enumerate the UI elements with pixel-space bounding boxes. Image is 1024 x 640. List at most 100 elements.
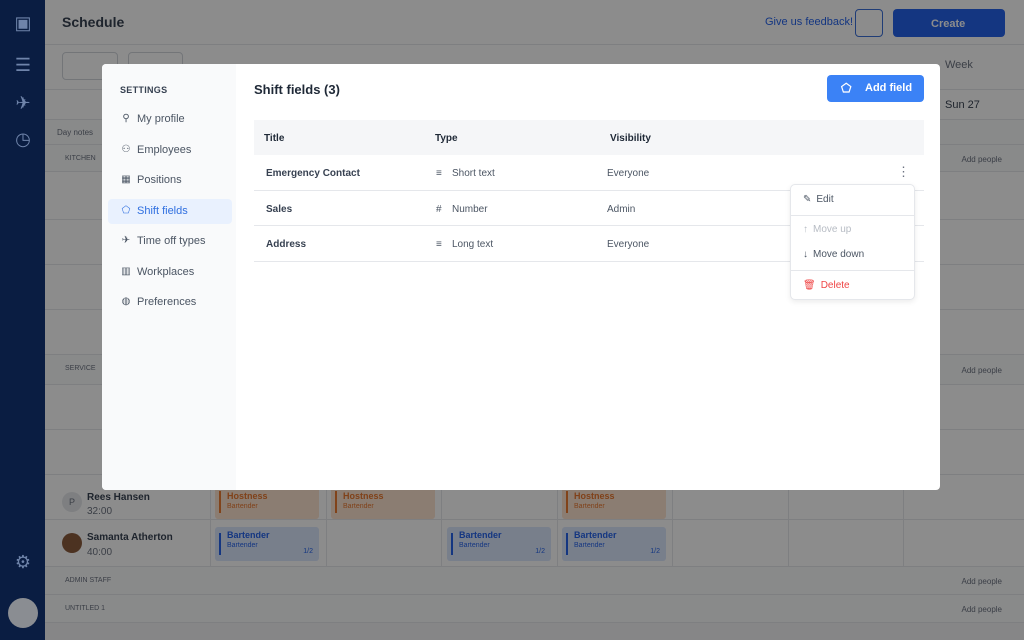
sidebar-item-employees[interactable]: ⚇Employees bbox=[108, 138, 232, 163]
section-label[interactable]: SERVICE bbox=[65, 365, 96, 372]
table-header: Title Type Visibility bbox=[254, 120, 924, 155]
copy-button[interactable] bbox=[855, 9, 883, 37]
shift-fill: 1/2 bbox=[303, 548, 313, 555]
shift-position: Bartender bbox=[574, 503, 666, 510]
shift-card[interactable]: Hostness Bartender bbox=[562, 485, 666, 519]
column-header-visibility: Visibility bbox=[610, 133, 651, 144]
building-icon: ▥ bbox=[120, 266, 132, 285]
sidebar-item-time-off-types[interactable]: ✈ Time off types bbox=[108, 229, 232, 254]
sidebar-item-label: Shift fields bbox=[137, 205, 188, 224]
field-title: Address bbox=[266, 239, 306, 250]
add-field-button[interactable]: ⬠Add field bbox=[827, 75, 924, 102]
sidebar-item-workplaces[interactable]: ▥ Workplaces bbox=[108, 260, 232, 285]
employee-hours: 40:00 bbox=[87, 547, 112, 558]
add-field-label: Add field bbox=[865, 82, 912, 94]
settings-sidebar: SETTINGS ⚲My profile ⚇Employees ▦ Positio… bbox=[102, 64, 236, 490]
sidebar-item-label: Preferences bbox=[137, 296, 196, 315]
section-label[interactable]: UNTITLED 1 bbox=[65, 605, 105, 612]
sidebar-item-positions[interactable]: ▦ Positions bbox=[108, 168, 232, 193]
users-icon: ⚇ bbox=[120, 144, 132, 163]
menu-divider bbox=[791, 215, 914, 216]
arrow-up-icon: ↑ bbox=[803, 224, 808, 235]
sidebar-item-my-profile[interactable]: ⚲My profile bbox=[108, 107, 232, 132]
shift-title: Bartender bbox=[459, 530, 551, 540]
view-select[interactable]: Week bbox=[945, 59, 973, 71]
field-title: Emergency Contact bbox=[266, 168, 360, 179]
column-header-type: Type bbox=[435, 133, 458, 144]
hash-icon: # bbox=[436, 204, 442, 215]
field-title: Sales bbox=[266, 204, 292, 215]
menu-item-move-up[interactable]: ↑ Move up bbox=[803, 224, 851, 235]
field-visibility: Everyone bbox=[607, 239, 649, 250]
menu-item-edit[interactable]: ✎ Edit bbox=[803, 194, 834, 205]
timeline-icon[interactable]: ☰ bbox=[12, 54, 34, 76]
menu-item-move-down[interactable]: ↓ Move down bbox=[803, 249, 864, 260]
add-people-button[interactable]: Add people bbox=[962, 577, 1002, 586]
calendar-icon[interactable]: ▣ bbox=[12, 12, 34, 34]
create-label: Create bbox=[931, 18, 965, 30]
shift-card[interactable]: BartenderBartender1/2 bbox=[215, 527, 319, 561]
user-icon: ⚲ bbox=[120, 113, 132, 132]
shift-card[interactable]: Hostness Bartender bbox=[331, 485, 435, 519]
settings-heading: SETTINGS bbox=[120, 85, 167, 95]
sidebar-item-label: Time off types bbox=[137, 235, 205, 254]
sidebar-item-shift-fields[interactable]: ⬠ Shift fields bbox=[108, 199, 232, 224]
menu-item-delete[interactable]: 🗑 Delete bbox=[803, 280, 850, 291]
gear-icon[interactable]: ⚙ bbox=[12, 551, 34, 573]
section-label[interactable]: ADMIN STAFF bbox=[65, 577, 111, 584]
shift-position: Bartender bbox=[343, 503, 435, 510]
avatar bbox=[62, 533, 82, 553]
pencil-icon: ✎ bbox=[803, 194, 811, 205]
menu-divider bbox=[791, 270, 914, 271]
trash-icon: 🗑 bbox=[803, 280, 816, 291]
menu-label: Delete bbox=[821, 280, 850, 291]
arrow-down-icon: ↓ bbox=[803, 249, 808, 260]
shift-card[interactable]: Hostness Bartender bbox=[215, 485, 319, 519]
column-header-title: Title bbox=[264, 133, 284, 144]
field-visibility: Admin bbox=[607, 204, 635, 215]
globe-icon: ◍ bbox=[120, 296, 132, 315]
field-type: Short text bbox=[452, 168, 495, 179]
add-people-button[interactable]: Add people bbox=[962, 366, 1002, 375]
employee-name[interactable]: Rees Hansen bbox=[87, 492, 150, 503]
avatar: P bbox=[62, 492, 82, 512]
shift-card[interactable]: BartenderBartender1/2 bbox=[562, 527, 666, 561]
shift-fill: 1/2 bbox=[650, 548, 660, 555]
shift-card[interactable]: BartenderBartender1/2 bbox=[447, 527, 551, 561]
add-people-button[interactable]: Add people bbox=[962, 155, 1002, 164]
field-visibility: Everyone bbox=[607, 168, 649, 179]
section-label[interactable]: KITCHEN bbox=[65, 155, 96, 162]
short-text-icon: ≡ bbox=[436, 168, 442, 179]
long-text-icon: ≡ bbox=[436, 239, 442, 250]
shift-title: Bartender bbox=[574, 530, 666, 540]
clock-icon[interactable]: ◷ bbox=[12, 128, 34, 150]
menu-label: Move down bbox=[813, 249, 864, 260]
menu-label: Move up bbox=[813, 224, 851, 235]
menu-label: Edit bbox=[816, 194, 833, 205]
add-people-button[interactable]: Add people bbox=[962, 605, 1002, 614]
shift-title: Hostness bbox=[343, 491, 435, 501]
tag-icon: ⬠ bbox=[120, 205, 132, 224]
grid-icon: ▦ bbox=[120, 174, 132, 193]
create-button[interactable]: Create bbox=[893, 9, 1005, 37]
shift-position: Bartender bbox=[227, 503, 319, 510]
avatar[interactable] bbox=[8, 598, 38, 628]
plane-icon[interactable]: ✈ bbox=[12, 92, 34, 114]
sidebar-item-preferences[interactable]: ◍ Preferences bbox=[108, 290, 232, 315]
shift-title: Hostness bbox=[574, 491, 666, 501]
shift-title: Hostness bbox=[227, 491, 319, 501]
day-notes-label: Day notes bbox=[57, 128, 93, 137]
employee-hours: 32:00 bbox=[87, 506, 112, 517]
feedback-link[interactable]: Give us feedback! bbox=[765, 16, 853, 28]
more-options-icon[interactable]: ⋮ bbox=[897, 164, 910, 180]
row-actions-menu: ✎ Edit ↑ Move up ↓ Move down 🗑 Delete bbox=[790, 184, 915, 300]
sidebar-item-label: Workplaces bbox=[137, 266, 194, 285]
app-rail: ▣ ☰ ✈ ◷ ⚙ bbox=[0, 0, 45, 640]
sidebar-item-label: Positions bbox=[137, 174, 182, 193]
day-header: Sun 27 bbox=[945, 99, 980, 111]
shift-fill: 1/2 bbox=[535, 548, 545, 555]
plane-icon: ✈ bbox=[120, 235, 132, 254]
shift-title: Bartender bbox=[227, 530, 319, 540]
header: Schedule Give us feedback! Create bbox=[45, 0, 1024, 45]
employee-name[interactable]: Samanta Atherton bbox=[87, 532, 173, 543]
